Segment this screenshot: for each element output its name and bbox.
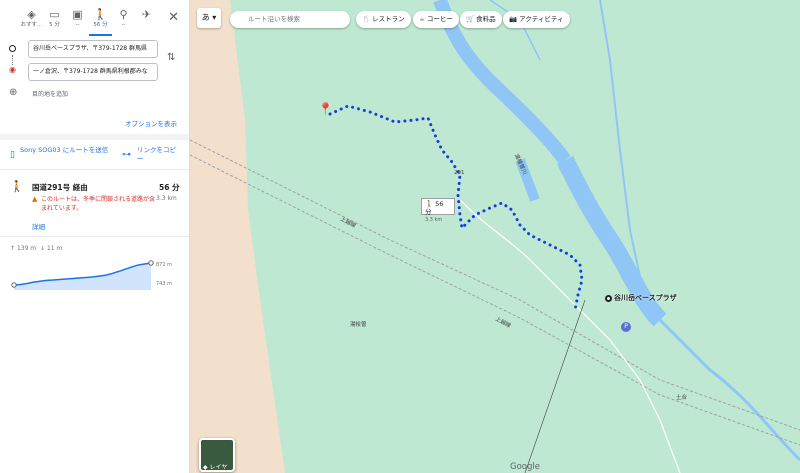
mode-car[interactable]: ▭ 5 分 — [43, 8, 66, 36]
mode-transit[interactable]: ▣ -- — [66, 8, 89, 36]
mode-flight[interactable]: ✈ — [135, 8, 158, 36]
chip-label: コーヒー — [426, 15, 453, 23]
ropeway — [524, 299, 586, 473]
layers-label-text: レイヤ — [209, 464, 228, 471]
elevation-start-point — [11, 282, 17, 288]
warning-icon: ▲ — [32, 195, 38, 203]
route-distance: 3.3 km — [156, 195, 177, 202]
directions-panel: ◈ おすす… ▭ 5 分 ▣ -- 🚶 56 分 ⚲ -- ✈ ✕ 谷川岳ベースプラザ、〒… — [0, 0, 190, 473]
railway — [190, 139, 800, 431]
elevation-min: 743 m — [156, 281, 173, 287]
show-options-link[interactable]: オプションを表示 — [125, 118, 177, 128]
mode-label: -- — [121, 22, 126, 28]
mode-recommended[interactable]: ◈ おすす… — [20, 8, 43, 36]
elevation-up-value: 139 m — [16, 245, 37, 252]
restaurant-icon: 🍴 — [362, 15, 371, 23]
mode-label: -- — [75, 22, 80, 28]
mode-label: おすす… — [20, 22, 43, 28]
callout-walk-icon: 🚶 — [425, 200, 434, 208]
bare-ground-area — [190, 0, 285, 473]
origin-dot-icon — [9, 45, 16, 52]
coffee-icon: ☕ — [419, 15, 425, 23]
mode-walk[interactable]: 🚶 56 分 — [89, 8, 112, 36]
travel-mode-bar: ◈ おすす… ▭ 5 分 ▣ -- 🚶 56 分 ⚲ -- ✈ — [20, 8, 185, 36]
origin-marker[interactable] — [605, 295, 612, 302]
directions-icon: ◈ — [27, 8, 36, 21]
map-canvas[interactable]: 🚶 56 分 3.3 km 📍 谷川岳ベースプラザ P 湯桧曽 上越線 上越線 湯… — [190, 0, 800, 473]
stream — [658, 318, 800, 462]
google-logo: Google — [510, 462, 540, 472]
road — [609, 339, 681, 473]
details-link[interactable]: 詳細 — [32, 221, 45, 231]
chip-groceries[interactable]: 🛒 食料品 — [460, 11, 502, 28]
road-label: 291 — [454, 170, 465, 176]
area-label: 湯桧曽 — [350, 322, 367, 328]
camera-icon: 📷 — [509, 15, 518, 23]
elevation-up: ↑ 139 m — [10, 245, 37, 252]
close-icon[interactable]: ✕ — [168, 10, 179, 25]
swap-icon[interactable]: ⇅ — [167, 52, 175, 63]
mode-bike[interactable]: ⚲ -- — [112, 8, 135, 36]
destination-pin-icon: ◉ — [9, 65, 16, 74]
railway — [190, 154, 800, 446]
chip-label: アクティビティ — [519, 15, 564, 23]
layers-label: ◆ レイヤ — [203, 464, 228, 471]
language-button[interactable]: あ ▾ — [197, 8, 221, 28]
mode-label: 5 分 — [49, 22, 60, 28]
chip-coffee[interactable]: ☕ コーヒー — [413, 11, 459, 28]
chip-label: レストラン — [372, 15, 405, 23]
destination-input[interactable]: 一ノ倉沢、〒379-1728 群馬県利根郡みな — [28, 63, 158, 81]
train-icon: ▣ — [72, 8, 83, 21]
route-callout[interactable]: 🚶 56 分 3.3 km — [421, 198, 455, 223]
parking-icon[interactable]: P — [621, 322, 631, 332]
origin-place-label[interactable]: 谷川岳ベースプラザ — [614, 293, 677, 303]
elevation-down: ↓ 11 m — [40, 245, 63, 252]
elevation-max: 872 m — [156, 262, 173, 268]
elevation-chart — [11, 260, 154, 290]
callout-distance: 3.3 km — [425, 217, 443, 223]
car-icon: ▭ — [49, 8, 60, 21]
grocery-icon: 🛒 — [466, 15, 475, 23]
send-to-phone-link[interactable]: Sony SOG03 にルートを送信 — [10, 146, 110, 155]
divider — [0, 236, 189, 237]
place-label: 土合 — [676, 395, 688, 401]
route-dots — [12, 55, 13, 65]
route-title[interactable]: 国道291号 経由 — [32, 182, 88, 193]
add-icon[interactable]: ⊕ — [9, 87, 17, 98]
origin-input[interactable]: 谷川岳ベースプラザ、〒379-1728 群馬県 — [28, 40, 158, 58]
route-time: 56 分 — [159, 183, 180, 192]
chip-restaurants[interactable]: 🍴 レストラン — [356, 11, 411, 28]
chip-activities[interactable]: 📷 アクティビティ — [503, 11, 570, 28]
route-warning: このルートは、冬季に閉鎖される道路が含まれています。 — [41, 196, 156, 212]
flight-icon: ✈ — [141, 8, 152, 21]
walk-icon: 🚶 — [10, 180, 24, 193]
walk-icon: 🚶 — [93, 8, 108, 21]
add-destination-label[interactable]: 目的地を追加 — [32, 89, 68, 98]
mode-label: 56 分 — [93, 22, 108, 28]
language-label: あ — [201, 13, 210, 22]
destination-marker-icon[interactable]: 📍 — [318, 102, 333, 116]
bike-icon: ⚲ — [119, 8, 128, 21]
divider — [0, 169, 189, 170]
elevation-end-point — [148, 260, 154, 266]
divider — [0, 134, 189, 140]
elevation-down-value: 11 m — [46, 245, 63, 252]
chip-label: 食料品 — [476, 15, 496, 23]
copy-link-button[interactable]: リンクをコピー — [123, 146, 181, 164]
stream — [489, 0, 541, 61]
map-graphics — [190, 0, 800, 473]
search-along-route-input[interactable]: ルート沿いを検索 — [230, 11, 350, 28]
